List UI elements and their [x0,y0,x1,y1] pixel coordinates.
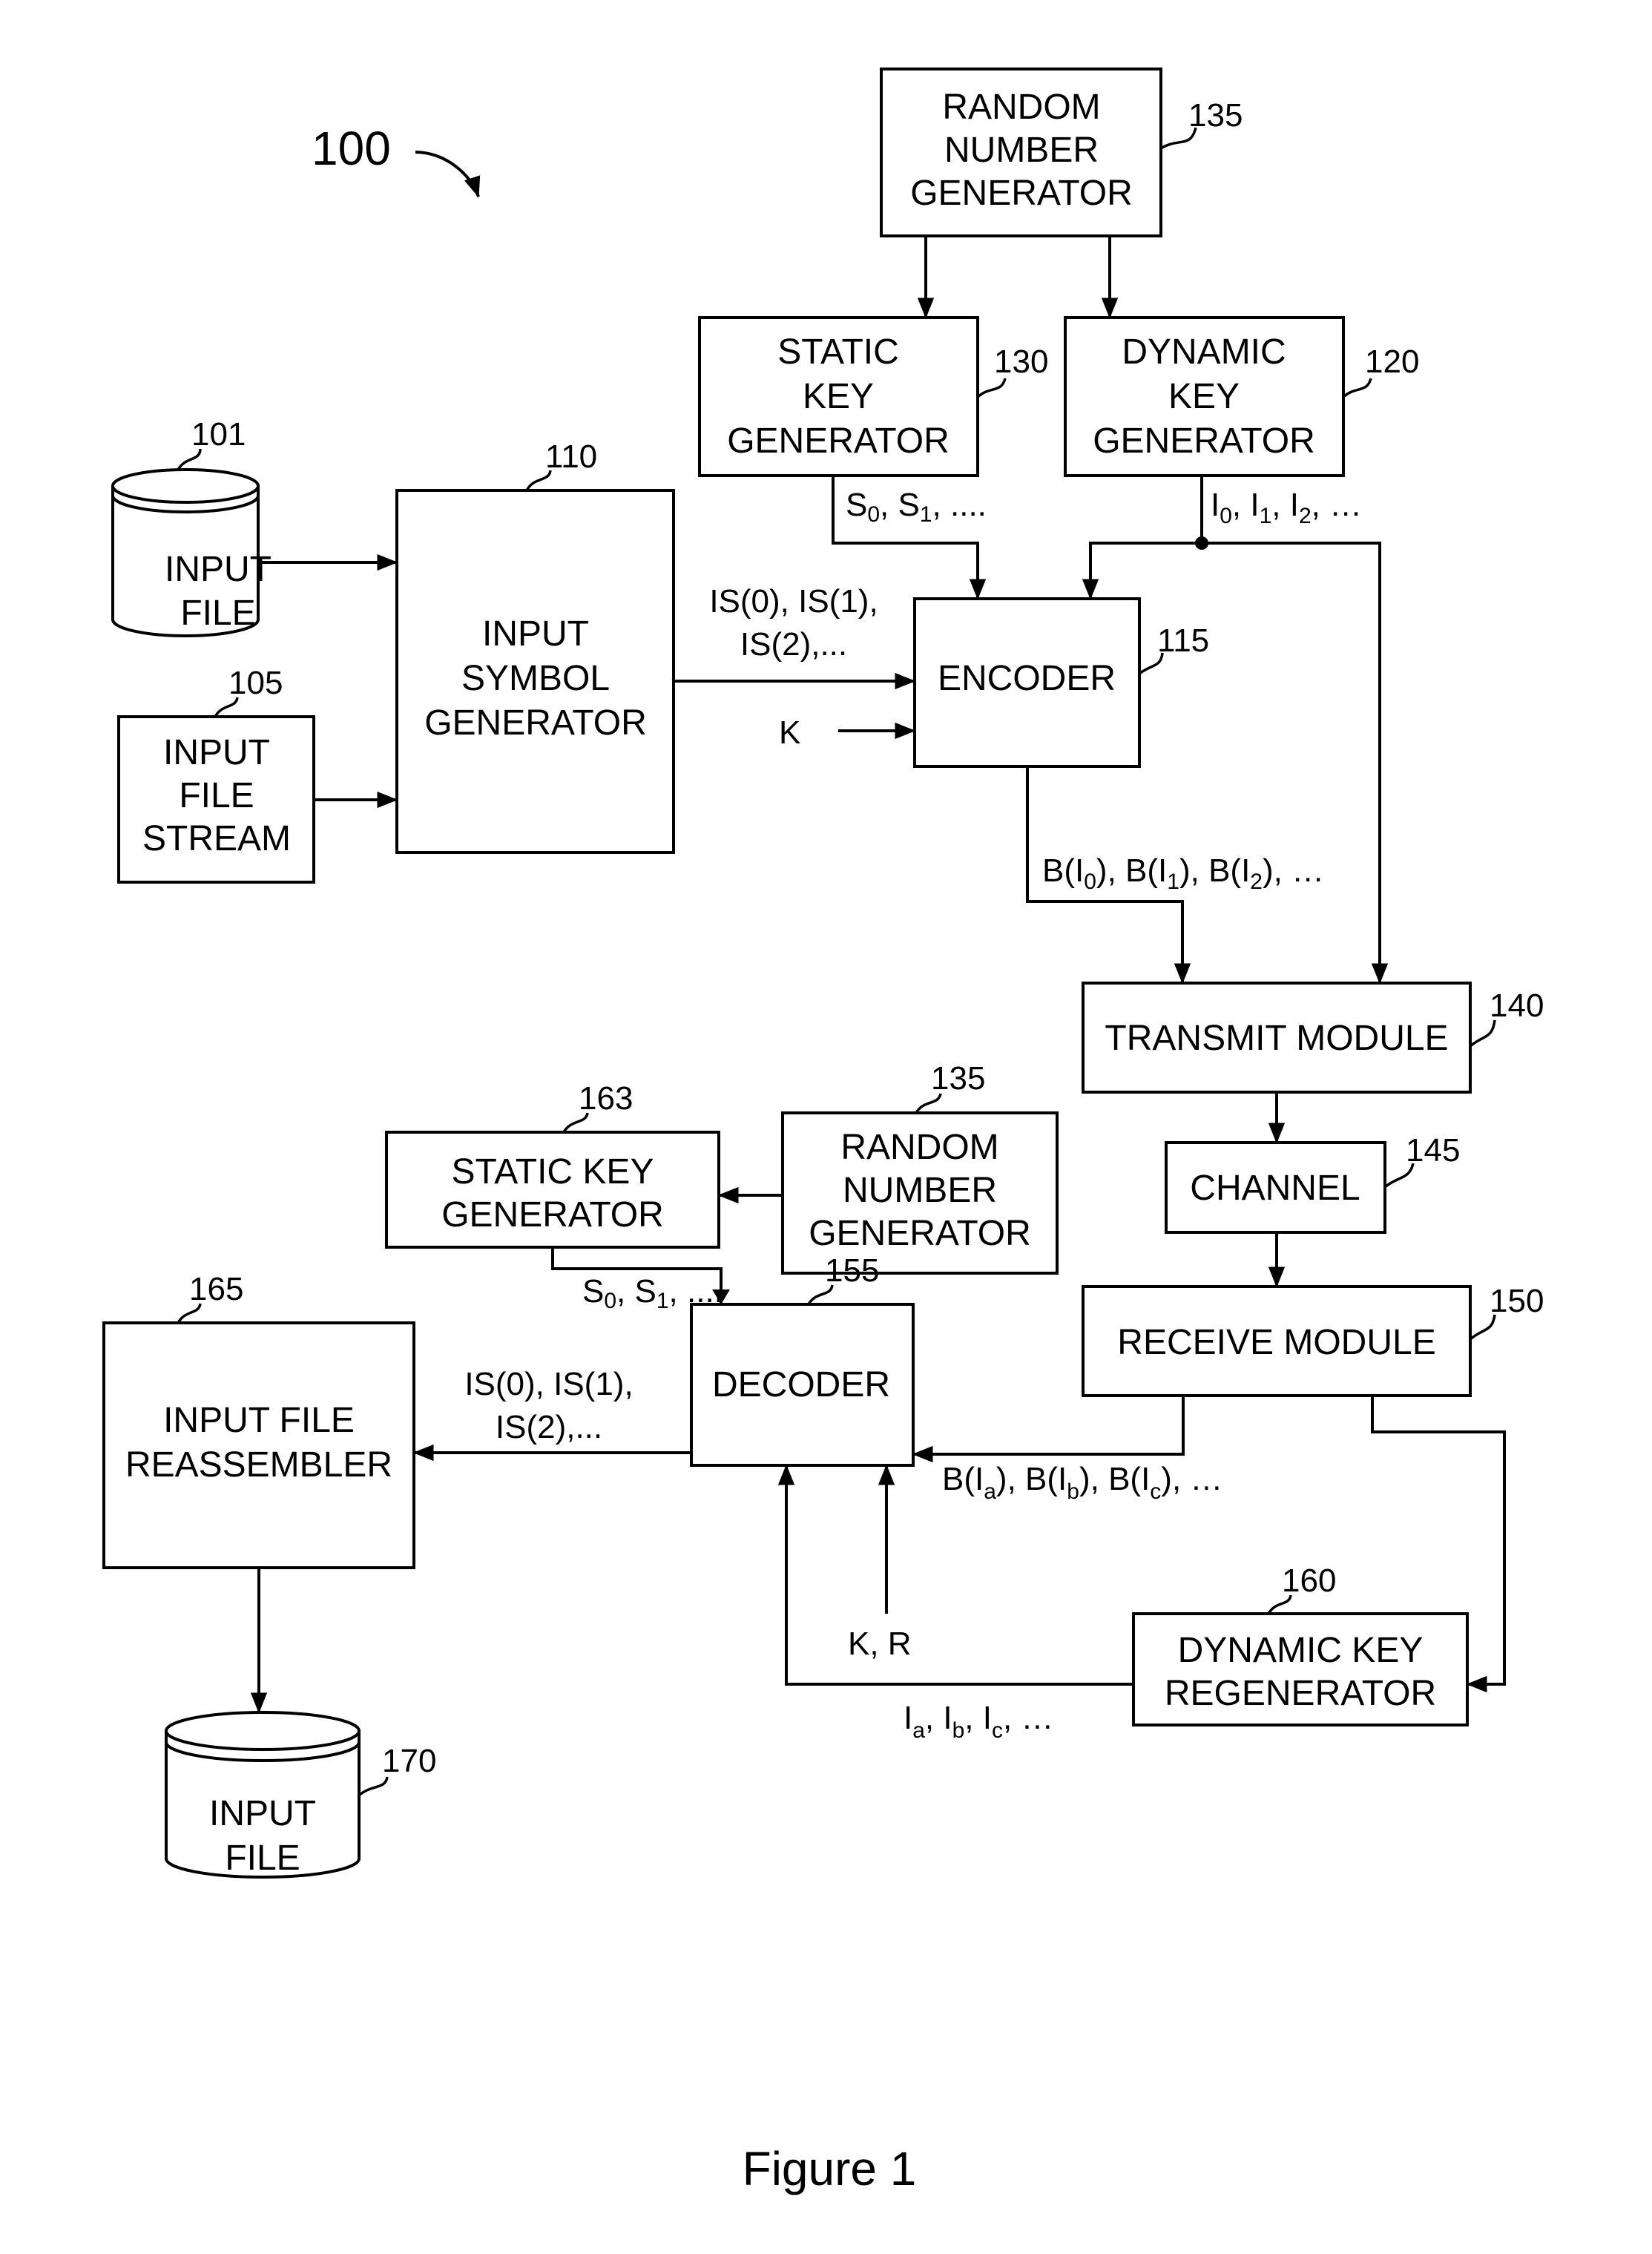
block-input-file-source: INPUT FILE 101 [111,416,272,637]
ref-135-bottom: 135 [931,1060,985,1097]
ref-170: 170 [382,1743,436,1779]
svg-text:CHANNEL: CHANNEL [1190,1169,1360,1208]
block-channel: CHANNEL 145 [1165,1132,1460,1234]
signal-encoded-tx: B(I0), B(I1), B(I2), … [1042,852,1324,894]
ref-135: 135 [1188,97,1243,134]
arrow-dynamic-to-transmit [1202,542,1389,985]
signal-dynamic-keys-tx: I0, I1, I2, … [1211,487,1362,528]
signal-static-keys-tx: S0, S1, .... [846,487,987,527]
block-static-key-generator: STATIC KEY GENERATOR 130 [698,316,1048,477]
block-random-number-generator-top: RANDOM NUMBER GENERATOR 135 [880,68,1243,237]
signal-k: K [779,714,800,751]
ref-145: 145 [1406,1132,1460,1169]
arrow-dynamic-to-encoder [1082,476,1203,600]
arrow-receive-to-decoder [912,1396,1185,1463]
block-decoder: DECODER 155 [690,1252,915,1467]
signal-k-r: K, R [848,1626,912,1662]
block-dynamic-key-generator: DYNAMIC KEY GENERATOR 120 [1064,316,1419,477]
svg-text:ENCODER: ENCODER [938,659,1116,698]
svg-text:RECEIVE MODULE: RECEIVE MODULE [1117,1323,1435,1362]
block-input-file-stream: INPUT FILE STREAM 105 [117,665,315,884]
svg-text:TRANSMIT MODULE: TRANSMIT MODULE [1105,1019,1448,1058]
signal-input-symbols-rx: IS(0), IS(1), IS(2),... [464,1366,633,1445]
ref-115: 115 [1157,622,1209,659]
system-reference: 100 [312,122,481,198]
ref-160: 160 [1282,1563,1336,1599]
block-static-key-generator-rx: STATIC KEY GENERATOR 163 [385,1080,720,1249]
block-receive-module: RECEIVE MODULE 150 [1082,1283,1544,1397]
ref-120: 120 [1365,344,1419,380]
block-dynamic-key-regenerator: DYNAMIC KEY REGENERATOR 160 [1132,1563,1469,1726]
ref-150: 150 [1490,1283,1544,1319]
system-ref-label: 100 [312,122,391,175]
signal-encoded-rx: B(Ia), B(Ib), B(Ic), … [942,1461,1222,1504]
ref-130: 130 [994,344,1048,380]
signal-static-keys-rx: S0, S1, .... [582,1273,723,1313]
block-input-file-reassembler: INPUT FILE REASSEMBLER 165 [102,1271,415,1569]
block-random-number-generator-bottom: RANDOM NUMBER GENERATOR 135 [781,1060,1059,1275]
ref-155: 155 [825,1252,879,1289]
svg-text:DECODER: DECODER [712,1365,890,1404]
ref-101: 101 [191,416,246,453]
system-ref-arrow-icon [415,151,481,198]
ref-105: 105 [228,665,283,701]
block-input-file-output: INPUT FILE 170 [165,1711,436,1879]
signal-input-symbols-tx: IS(0), IS(1), IS(2),... [709,583,878,663]
ref-165: 165 [189,1271,243,1307]
block-input-symbol-generator: INPUT SYMBOL GENERATOR 110 [395,438,675,854]
arrow-regenerator-to-decoder [777,1464,1133,1686]
signal-dynamic-keys-rx: Ia, Ib, Ic, … [904,1700,1053,1743]
ref-140: 140 [1490,988,1544,1024]
figure-1-diagram: 100 RANDOM NUMBER GENERATOR 135 STATIC KEY G… [102,68,1544,2195]
ref-163: 163 [579,1080,633,1117]
figure-caption: Figure 1 [743,2142,917,2195]
ref-110: 110 [545,438,597,475]
block-transmit-module: TRANSMIT MODULE 140 [1082,982,1544,1094]
block-encoder: ENCODER 115 [913,597,1209,768]
